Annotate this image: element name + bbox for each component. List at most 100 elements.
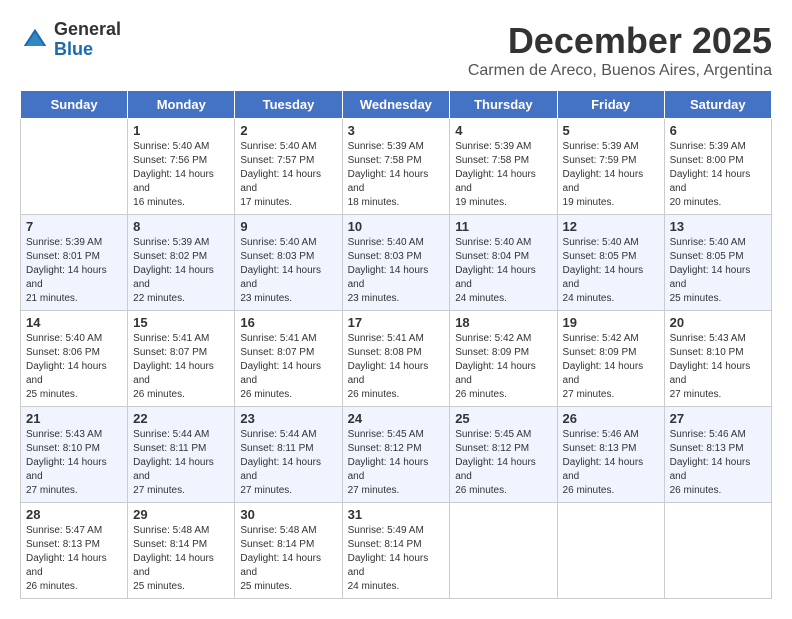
day-number: 4 [455,123,551,138]
calendar-cell: 30 Sunrise: 5:48 AMSunset: 8:14 PMDaylig… [235,503,342,599]
location-subtitle: Carmen de Areco, Buenos Aires, Argentina [468,62,772,80]
day-number: 21 [26,411,122,426]
calendar-cell: 31 Sunrise: 5:49 AMSunset: 8:14 PMDaylig… [342,503,450,599]
cell-info: Sunrise: 5:49 AMSunset: 8:14 PMDaylight:… [348,525,429,592]
cell-info: Sunrise: 5:43 AMSunset: 8:10 PMDaylight:… [26,429,107,496]
cell-info: Sunrise: 5:39 AMSunset: 7:59 PMDaylight:… [563,141,644,208]
cell-info: Sunrise: 5:40 AMSunset: 8:04 PMDaylight:… [455,237,536,304]
day-number: 29 [133,507,229,522]
calendar-week-row: 28 Sunrise: 5:47 AMSunset: 8:13 PMDaylig… [21,503,772,599]
day-number: 8 [133,219,229,234]
calendar-cell [450,503,557,599]
cell-info: Sunrise: 5:45 AMSunset: 8:12 PMDaylight:… [348,429,429,496]
calendar-cell: 2 Sunrise: 5:40 AMSunset: 7:57 PMDayligh… [235,119,342,215]
calendar-cell: 29 Sunrise: 5:48 AMSunset: 8:14 PMDaylig… [128,503,235,599]
day-number: 10 [348,219,445,234]
cell-info: Sunrise: 5:45 AMSunset: 8:12 PMDaylight:… [455,429,536,496]
calendar-cell: 14 Sunrise: 5:40 AMSunset: 8:06 PMDaylig… [21,311,128,407]
calendar-week-row: 7 Sunrise: 5:39 AMSunset: 8:01 PMDayligh… [21,215,772,311]
calendar-cell: 6 Sunrise: 5:39 AMSunset: 8:00 PMDayligh… [664,119,771,215]
cell-info: Sunrise: 5:46 AMSunset: 8:13 PMDaylight:… [670,429,751,496]
calendar-cell: 22 Sunrise: 5:44 AMSunset: 8:11 PMDaylig… [128,407,235,503]
cell-info: Sunrise: 5:44 AMSunset: 8:11 PMDaylight:… [133,429,214,496]
day-number: 12 [563,219,659,234]
day-number: 26 [563,411,659,426]
cell-info: Sunrise: 5:40 AMSunset: 8:03 PMDaylight:… [240,237,321,304]
day-number: 25 [455,411,551,426]
day-number: 14 [26,315,122,330]
day-number: 28 [26,507,122,522]
day-number: 27 [670,411,766,426]
cell-info: Sunrise: 5:39 AMSunset: 8:00 PMDaylight:… [670,141,751,208]
cell-info: Sunrise: 5:39 AMSunset: 7:58 PMDaylight:… [455,141,536,208]
cell-info: Sunrise: 5:42 AMSunset: 8:09 PMDaylight:… [563,333,644,400]
cell-info: Sunrise: 5:41 AMSunset: 8:07 PMDaylight:… [240,333,321,400]
cell-info: Sunrise: 5:40 AMSunset: 7:57 PMDaylight:… [240,141,321,208]
day-header-friday: Friday [557,91,664,119]
calendar-cell: 24 Sunrise: 5:45 AMSunset: 8:12 PMDaylig… [342,407,450,503]
calendar-cell: 18 Sunrise: 5:42 AMSunset: 8:09 PMDaylig… [450,311,557,407]
calendar-cell: 25 Sunrise: 5:45 AMSunset: 8:12 PMDaylig… [450,407,557,503]
day-number: 30 [240,507,336,522]
cell-info: Sunrise: 5:41 AMSunset: 8:08 PMDaylight:… [348,333,429,400]
cell-info: Sunrise: 5:48 AMSunset: 8:14 PMDaylight:… [133,525,214,592]
day-number: 11 [455,219,551,234]
day-number: 19 [563,315,659,330]
calendar-cell: 10 Sunrise: 5:40 AMSunset: 8:03 PMDaylig… [342,215,450,311]
logo-text: General Blue [54,20,121,60]
day-number: 24 [348,411,445,426]
day-number: 9 [240,219,336,234]
calendar-cell: 17 Sunrise: 5:41 AMSunset: 8:08 PMDaylig… [342,311,450,407]
calendar-cell: 15 Sunrise: 5:41 AMSunset: 8:07 PMDaylig… [128,311,235,407]
calendar-week-row: 21 Sunrise: 5:43 AMSunset: 8:10 PMDaylig… [21,407,772,503]
day-number: 1 [133,123,229,138]
cell-info: Sunrise: 5:39 AMSunset: 8:01 PMDaylight:… [26,237,107,304]
day-number: 17 [348,315,445,330]
cell-info: Sunrise: 5:41 AMSunset: 8:07 PMDaylight:… [133,333,214,400]
cell-info: Sunrise: 5:40 AMSunset: 8:05 PMDaylight:… [563,237,644,304]
calendar-cell: 19 Sunrise: 5:42 AMSunset: 8:09 PMDaylig… [557,311,664,407]
day-number: 2 [240,123,336,138]
calendar-cell: 1 Sunrise: 5:40 AMSunset: 7:56 PMDayligh… [128,119,235,215]
day-header-monday: Monday [128,91,235,119]
calendar-cell: 9 Sunrise: 5:40 AMSunset: 8:03 PMDayligh… [235,215,342,311]
day-number: 5 [563,123,659,138]
cell-info: Sunrise: 5:39 AMSunset: 7:58 PMDaylight:… [348,141,429,208]
cell-info: Sunrise: 5:48 AMSunset: 8:14 PMDaylight:… [240,525,321,592]
page-header: General Blue December 2025 Carmen de Are… [20,20,772,80]
calendar-cell: 8 Sunrise: 5:39 AMSunset: 8:02 PMDayligh… [128,215,235,311]
calendar-week-row: 1 Sunrise: 5:40 AMSunset: 7:56 PMDayligh… [21,119,772,215]
day-header-thursday: Thursday [450,91,557,119]
day-number: 3 [348,123,445,138]
calendar-cell: 20 Sunrise: 5:43 AMSunset: 8:10 PMDaylig… [664,311,771,407]
day-number: 20 [670,315,766,330]
month-title: December 2025 [468,20,772,62]
calendar-cell: 12 Sunrise: 5:40 AMSunset: 8:05 PMDaylig… [557,215,664,311]
day-number: 18 [455,315,551,330]
title-section: December 2025 Carmen de Areco, Buenos Ai… [468,20,772,80]
day-header-sunday: Sunday [21,91,128,119]
day-number: 31 [348,507,445,522]
calendar-cell: 4 Sunrise: 5:39 AMSunset: 7:58 PMDayligh… [450,119,557,215]
calendar-cell: 16 Sunrise: 5:41 AMSunset: 8:07 PMDaylig… [235,311,342,407]
cell-info: Sunrise: 5:40 AMSunset: 7:56 PMDaylight:… [133,141,214,208]
cell-info: Sunrise: 5:42 AMSunset: 8:09 PMDaylight:… [455,333,536,400]
calendar-table: SundayMondayTuesdayWednesdayThursdayFrid… [20,90,772,599]
day-number: 16 [240,315,336,330]
day-number: 15 [133,315,229,330]
day-number: 23 [240,411,336,426]
calendar-cell: 28 Sunrise: 5:47 AMSunset: 8:13 PMDaylig… [21,503,128,599]
calendar-cell [557,503,664,599]
logo: General Blue [20,20,121,60]
cell-info: Sunrise: 5:39 AMSunset: 8:02 PMDaylight:… [133,237,214,304]
calendar-cell: 7 Sunrise: 5:39 AMSunset: 8:01 PMDayligh… [21,215,128,311]
calendar-cell: 13 Sunrise: 5:40 AMSunset: 8:05 PMDaylig… [664,215,771,311]
calendar-cell: 23 Sunrise: 5:44 AMSunset: 8:11 PMDaylig… [235,407,342,503]
day-number: 22 [133,411,229,426]
calendar-cell: 3 Sunrise: 5:39 AMSunset: 7:58 PMDayligh… [342,119,450,215]
calendar-week-row: 14 Sunrise: 5:40 AMSunset: 8:06 PMDaylig… [21,311,772,407]
cell-info: Sunrise: 5:44 AMSunset: 8:11 PMDaylight:… [240,429,321,496]
calendar-header-row: SundayMondayTuesdayWednesdayThursdayFrid… [21,91,772,119]
calendar-cell: 11 Sunrise: 5:40 AMSunset: 8:04 PMDaylig… [450,215,557,311]
calendar-cell: 26 Sunrise: 5:46 AMSunset: 8:13 PMDaylig… [557,407,664,503]
